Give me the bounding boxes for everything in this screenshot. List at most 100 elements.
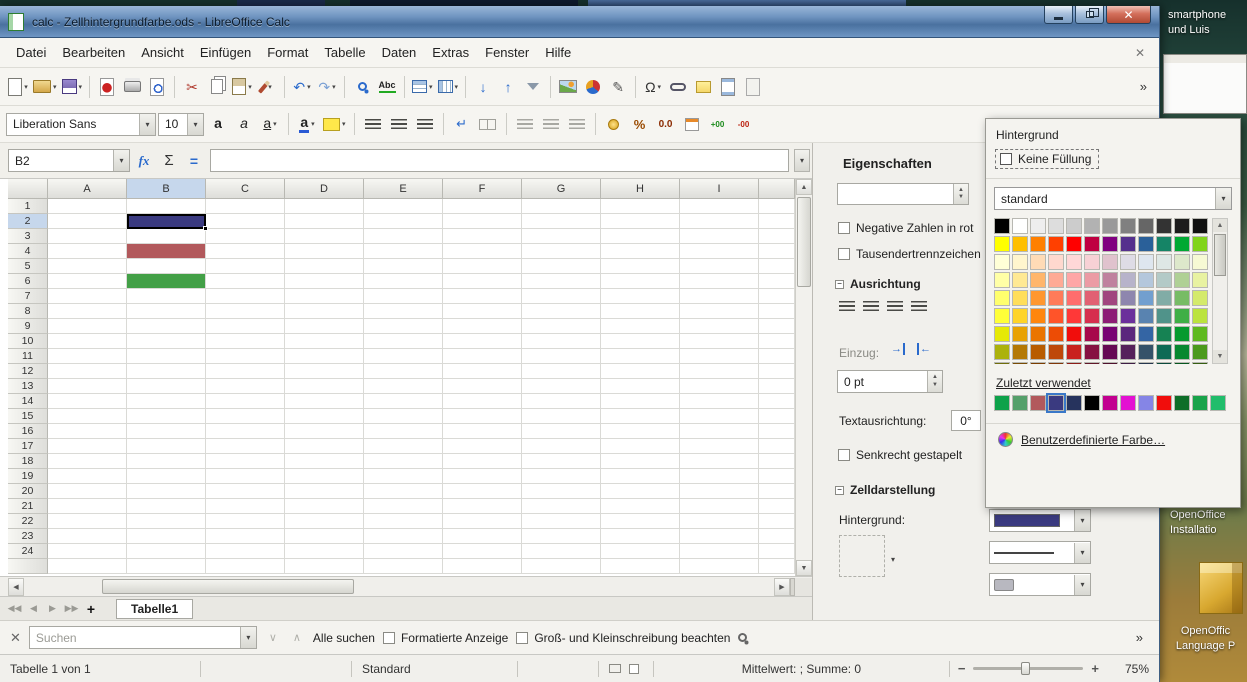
cell-H5[interactable] — [601, 259, 680, 274]
cell-G20[interactable] — [522, 484, 601, 499]
row-header-19[interactable]: 19 — [8, 469, 48, 484]
palette-swatch[interactable] — [1192, 218, 1208, 234]
cell-F15[interactable] — [443, 409, 522, 424]
palette-swatch[interactable] — [1012, 236, 1028, 252]
palette-scrollbar[interactable]: ▲ ▼ — [1212, 218, 1228, 364]
find-all-button[interactable]: Alle suchen — [313, 631, 375, 645]
desktop-icon-label[interactable]: smartphone und Luis — [1168, 8, 1244, 38]
bold-button[interactable]: a — [206, 112, 230, 136]
paste-icon[interactable]: ▾ — [230, 75, 254, 99]
cell-H1[interactable] — [601, 199, 680, 214]
row-header-5[interactable]: 5 — [8, 259, 48, 274]
recent-swatch[interactable] — [1012, 395, 1028, 411]
align-left-icon[interactable] — [839, 301, 855, 312]
palette-swatch[interactable] — [1192, 362, 1208, 364]
cell-D6[interactable] — [285, 274, 364, 289]
palette-swatch[interactable] — [1156, 308, 1172, 324]
cell-B16[interactable] — [127, 424, 206, 439]
cell-D23[interactable] — [285, 529, 364, 544]
cell-A20[interactable] — [48, 484, 127, 499]
align-top-button[interactable] — [513, 112, 537, 136]
cell-G13[interactable] — [522, 379, 601, 394]
palette-swatch[interactable] — [1174, 218, 1190, 234]
cell-E24[interactable] — [364, 544, 443, 559]
palette-swatch[interactable] — [1066, 218, 1082, 234]
cell-H24[interactable] — [601, 544, 680, 559]
cell-I22[interactable] — [680, 514, 759, 529]
palette-swatch[interactable] — [1066, 272, 1082, 288]
cell-D15[interactable] — [285, 409, 364, 424]
dropdown-arrow-icon[interactable]: ▾ — [658, 83, 662, 91]
palette-swatch[interactable] — [1048, 362, 1064, 364]
cell-B6[interactable] — [127, 274, 206, 289]
cell-E5[interactable] — [364, 259, 443, 274]
cell-H7[interactable] — [601, 289, 680, 304]
recent-swatch[interactable] — [1138, 395, 1154, 411]
palette-swatch[interactable] — [994, 254, 1010, 270]
cell-D24[interactable] — [285, 544, 364, 559]
save-icon[interactable]: ▾ — [60, 75, 85, 99]
cell-C3[interactable] — [206, 229, 285, 244]
cell-G12[interactable] — [522, 364, 601, 379]
cell-F9[interactable] — [443, 319, 522, 334]
palette-swatch[interactable] — [1156, 362, 1172, 364]
cell-E8[interactable] — [364, 304, 443, 319]
cell-D2[interactable] — [285, 214, 364, 229]
cell-E3[interactable] — [364, 229, 443, 244]
cell-I25[interactable] — [680, 559, 759, 574]
cell-G6[interactable] — [522, 274, 601, 289]
cell-F7[interactable] — [443, 289, 522, 304]
cell-H2[interactable] — [601, 214, 680, 229]
column-header-I[interactable]: I — [680, 179, 759, 199]
palette-swatch[interactable] — [1066, 344, 1082, 360]
palette-swatch[interactable] — [1084, 344, 1100, 360]
cell-I20[interactable] — [680, 484, 759, 499]
cell-I1[interactable] — [680, 199, 759, 214]
align-right-button[interactable] — [413, 112, 437, 136]
palette-swatch[interactable] — [1174, 272, 1190, 288]
vertical-scrollbar-thumb[interactable] — [797, 197, 811, 287]
cell-B11[interactable] — [127, 349, 206, 364]
cell-E4[interactable] — [364, 244, 443, 259]
row-header-17[interactable]: 17 — [8, 439, 48, 454]
cell-E6[interactable] — [364, 274, 443, 289]
row-header-25[interactable] — [8, 559, 48, 574]
palette-swatch[interactable] — [1012, 290, 1028, 306]
cell-F11[interactable] — [443, 349, 522, 364]
zoom-slider[interactable] — [973, 667, 1083, 670]
cell-H16[interactable] — [601, 424, 680, 439]
palette-swatch[interactable] — [1138, 236, 1154, 252]
cell-B23[interactable] — [127, 529, 206, 544]
recent-swatch[interactable] — [1084, 395, 1100, 411]
cell-B9[interactable] — [127, 319, 206, 334]
cell-I12[interactable] — [680, 364, 759, 379]
find-previous-icon[interactable]: ∧ — [289, 631, 305, 644]
text-orientation-input[interactable]: 0° — [951, 410, 981, 431]
cell-C14[interactable] — [206, 394, 285, 409]
menu-einfügen[interactable]: Einfügen — [192, 41, 259, 64]
palette-swatch[interactable] — [1120, 272, 1136, 288]
palette-swatch[interactable] — [1066, 308, 1082, 324]
cell-E22[interactable] — [364, 514, 443, 529]
cell-I13[interactable] — [680, 379, 759, 394]
sum-button[interactable]: Σ — [158, 152, 180, 169]
align-left-button[interactable] — [361, 112, 385, 136]
menu-tabelle[interactable]: Tabelle — [316, 41, 373, 64]
palette-swatch[interactable] — [1030, 254, 1046, 270]
border-color-dropdown-icon[interactable]: ▾ — [1074, 575, 1090, 595]
cell-E11[interactable] — [364, 349, 443, 364]
palette-swatch[interactable] — [1120, 236, 1136, 252]
palette-swatch[interactable] — [1066, 290, 1082, 306]
cell-B2[interactable] — [127, 214, 206, 229]
decrease-indent-icon[interactable]: ← — [917, 343, 931, 355]
increase-indent-icon[interactable]: → — [891, 343, 905, 355]
alignment-section-header[interactable]: − Ausrichtung — [835, 277, 921, 291]
cell-E7[interactable] — [364, 289, 443, 304]
row-header-18[interactable]: 18 — [8, 454, 48, 469]
palette-swatch[interactable] — [1012, 272, 1028, 288]
palette-swatch[interactable] — [1030, 236, 1046, 252]
palette-swatch[interactable] — [1174, 290, 1190, 306]
cell-G11[interactable] — [522, 349, 601, 364]
name-box[interactable]: B2 ▾ — [8, 149, 130, 172]
palette-swatch[interactable] — [1192, 272, 1208, 288]
